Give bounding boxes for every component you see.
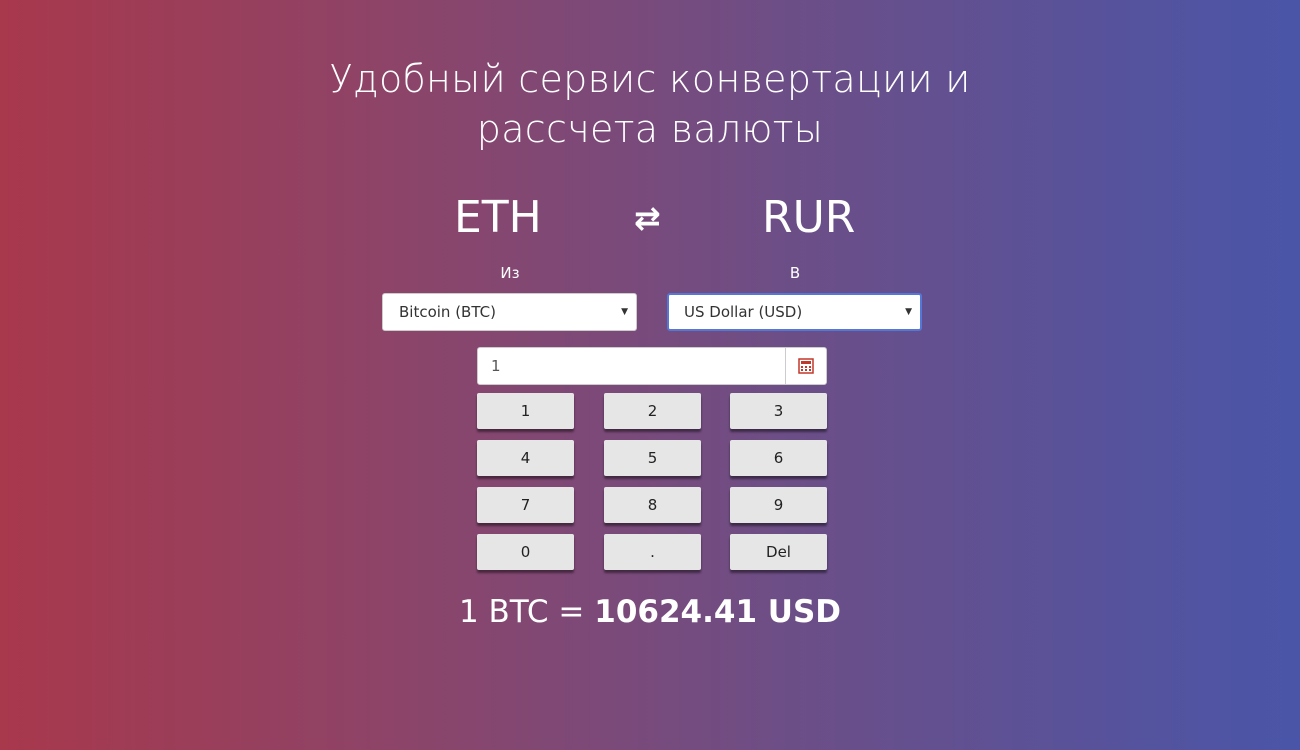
key-decimal-point[interactable]: . xyxy=(604,534,701,570)
key-6[interactable]: 6 xyxy=(730,440,827,476)
to-currency-value: US Dollar (USD) xyxy=(684,303,803,321)
key-2[interactable]: 2 xyxy=(604,393,701,429)
dropdown-caret-icon: ▼ xyxy=(905,307,912,317)
result-prefix: 1 BTC = xyxy=(458,594,595,630)
key-5[interactable]: 5 xyxy=(604,440,701,476)
dropdown-caret-icon: ▼ xyxy=(621,307,628,317)
key-4[interactable]: 4 xyxy=(477,440,574,476)
from-label: Из xyxy=(500,264,520,282)
to-label: В xyxy=(789,264,801,282)
calculator-button[interactable] xyxy=(785,348,826,384)
from-currency-code: ETH xyxy=(454,192,542,243)
page-title: Удобный сервис конвертации и рассчета ва… xyxy=(0,54,1300,154)
title-line-2: рассчета валюты xyxy=(476,107,824,151)
key-0[interactable]: 0 xyxy=(477,534,574,570)
to-currency-code: RUR xyxy=(762,192,856,243)
swap-arrows-icon[interactable]: ⇄ xyxy=(634,195,661,241)
key-9[interactable]: 9 xyxy=(730,487,827,523)
key-3[interactable]: 3 xyxy=(730,393,827,429)
from-currency-select[interactable]: Bitcoin (BTC) ▼ xyxy=(382,293,637,331)
key-7[interactable]: 7 xyxy=(477,487,574,523)
amount-field xyxy=(477,347,827,385)
result-value: 10624.41 USD xyxy=(594,594,842,630)
key-delete[interactable]: Del xyxy=(730,534,827,570)
conversion-result: 1 BTC = 10624.41 USD xyxy=(0,590,1300,634)
calculator-icon xyxy=(798,358,814,374)
key-8[interactable]: 8 xyxy=(604,487,701,523)
from-currency-value: Bitcoin (BTC) xyxy=(399,303,496,321)
key-1[interactable]: 1 xyxy=(477,393,574,429)
to-currency-select[interactable]: US Dollar (USD) ▼ xyxy=(667,293,922,331)
title-line-1: Удобный сервис конвертации и xyxy=(329,57,971,101)
amount-input[interactable] xyxy=(478,348,786,384)
